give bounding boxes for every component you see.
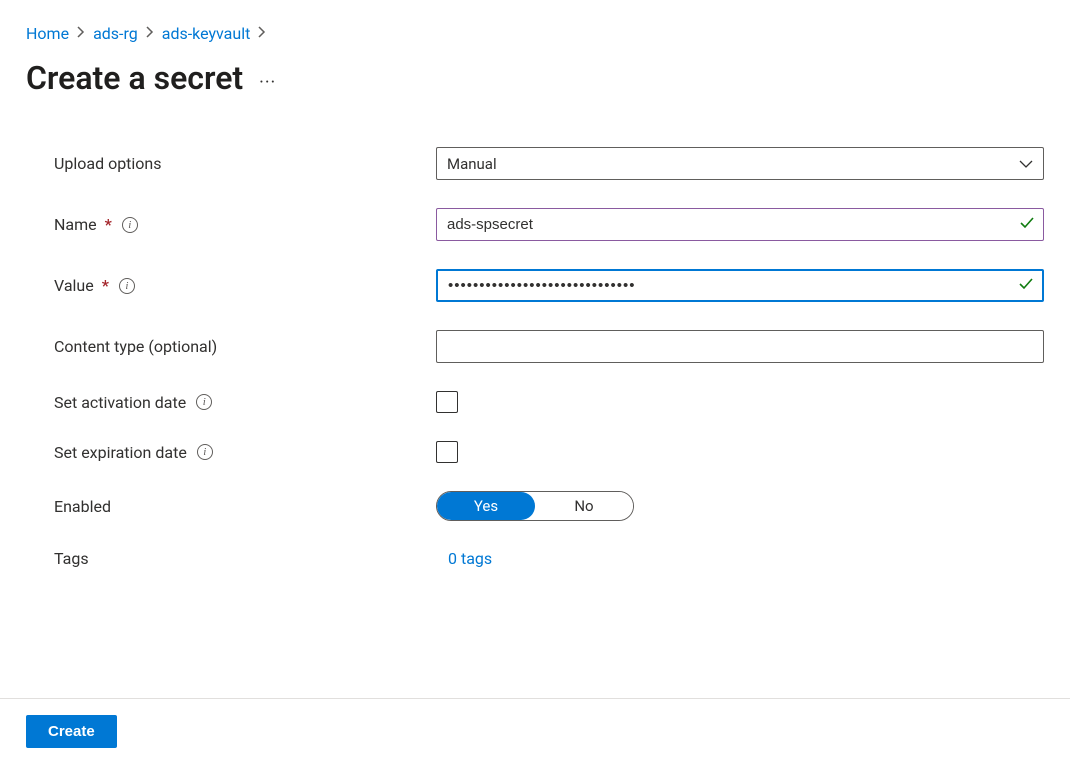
info-icon[interactable]: i	[119, 278, 135, 294]
chevron-right-icon	[258, 26, 266, 42]
tags-link[interactable]: 0 tags	[436, 549, 492, 568]
expiration-date-checkbox[interactable]	[436, 441, 458, 463]
name-row: Name * i	[54, 208, 1044, 241]
footer: Create	[0, 698, 1070, 768]
upload-options-label: Upload options	[54, 154, 436, 173]
info-icon[interactable]: i	[122, 217, 138, 233]
name-label: Name	[54, 215, 97, 234]
content-type-input-wrapper	[436, 330, 1044, 363]
tags-label: Tags	[54, 549, 436, 568]
content-type-label: Content type (optional)	[54, 337, 436, 356]
required-asterisk: *	[102, 276, 109, 295]
create-button[interactable]: Create	[26, 715, 117, 748]
info-icon[interactable]: i	[197, 444, 213, 460]
expiration-date-label: Set expiration date	[54, 443, 187, 462]
breadcrumb-keyvault[interactable]: ads-keyvault	[162, 24, 251, 43]
content-type-input[interactable]	[447, 331, 1005, 362]
chevron-down-icon	[1019, 156, 1033, 172]
enabled-yes-option[interactable]: Yes	[437, 492, 535, 520]
value-label: Value	[54, 276, 94, 295]
breadcrumb: Home ads-rg ads-keyvault	[26, 24, 1044, 43]
upload-options-value: Manual	[447, 155, 497, 173]
activation-date-checkbox[interactable]	[436, 391, 458, 413]
breadcrumb-home[interactable]: Home	[26, 24, 69, 43]
enabled-label: Enabled	[54, 497, 436, 516]
value-input-wrapper	[436, 269, 1044, 302]
chevron-right-icon	[77, 26, 85, 42]
enabled-row: Enabled Yes No	[54, 491, 1044, 521]
page-title: Create a secret	[26, 59, 243, 97]
upload-options-select[interactable]: Manual	[436, 147, 1044, 180]
info-icon[interactable]: i	[196, 394, 212, 410]
upload-options-row: Upload options Manual	[54, 147, 1044, 180]
chevron-right-icon	[146, 26, 154, 42]
checkmark-icon	[1019, 215, 1035, 235]
expiration-date-row: Set expiration date i	[54, 441, 1044, 463]
value-row: Value * i	[54, 269, 1044, 302]
more-icon[interactable]: ···	[259, 64, 276, 93]
required-asterisk: *	[105, 215, 112, 234]
value-input[interactable]	[448, 271, 1004, 300]
page-title-row: Create a secret ···	[26, 59, 1044, 97]
checkmark-icon	[1018, 276, 1034, 296]
activation-date-label: Set activation date	[54, 393, 186, 412]
breadcrumb-resource-group[interactable]: ads-rg	[93, 24, 138, 43]
enabled-no-option[interactable]: No	[535, 492, 633, 520]
enabled-toggle: Yes No	[436, 491, 634, 521]
activation-date-row: Set activation date i	[54, 391, 1044, 413]
tags-row: Tags 0 tags	[54, 549, 1044, 568]
form: Upload options Manual Name * i	[26, 147, 1044, 568]
name-input[interactable]	[447, 209, 1005, 240]
content-type-row: Content type (optional)	[54, 330, 1044, 363]
name-input-wrapper	[436, 208, 1044, 241]
